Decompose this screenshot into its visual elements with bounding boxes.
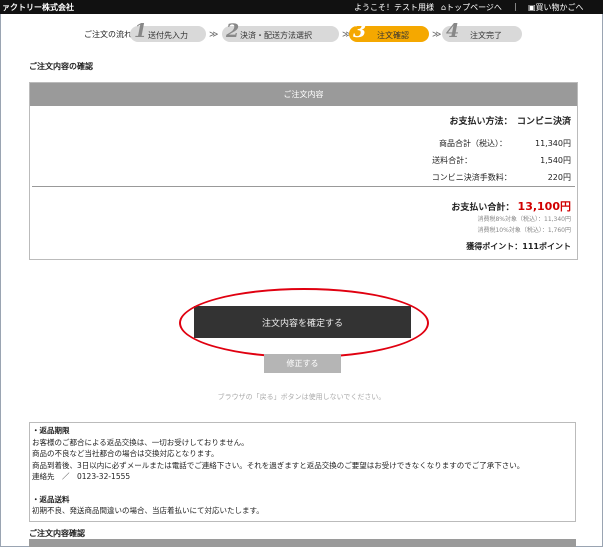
step-arrow: ≫ — [432, 30, 442, 40]
page-title: ご注文内容の確認 — [29, 62, 93, 71]
order-steps: ご注文の流れ： 1 送付先入力 ≫ 2 決済・配送方法選択 ≫ 3 注文確認 ≫… — [84, 20, 522, 42]
summary-header: ご注文内容 — [30, 83, 577, 106]
policy-line: お客様のご都合による返品交換は、一切お受けしておりません。 — [32, 437, 249, 447]
shipping-row: 送料合計： 1,540円 — [432, 156, 571, 165]
step-arrow: ≫ — [209, 30, 219, 40]
summary-divider — [32, 186, 575, 187]
step-label: 決済・配送方法選択 — [240, 31, 312, 40]
earned-points: 獲得ポイント：111ポイント — [466, 242, 571, 251]
top-page-link[interactable]: ⌂トップページへ — [441, 2, 502, 13]
company-name: ァクトリー株式会社 — [2, 3, 74, 12]
policy-contact: 連絡先 ／ 0123-32-1555 — [32, 472, 131, 481]
step-label: 注文完了 — [470, 31, 502, 40]
step-number: 2 — [226, 20, 240, 42]
confirm-order-button[interactable]: 注文内容を確定する — [194, 306, 411, 338]
return-period-title: ・返品期限 — [32, 426, 70, 435]
policy-line: 商品到着後、3日以内に必ずメールまたは電話でご連絡下さい。それを過ぎますと返品交… — [32, 460, 525, 470]
step-2: 2 決済・配送方法選択 — [222, 20, 339, 42]
step-number: 1 — [134, 20, 148, 42]
step-label: 注文確認 — [377, 31, 409, 40]
order-summary-panel: ご注文内容 お支払い方法： コンビニ決済 商品合計（税込）： 11,340円 送… — [29, 82, 578, 260]
bottom-section-title: ご注文内容確認 — [29, 529, 85, 538]
step-label: 送付先入力 — [148, 31, 188, 40]
payment-method: お支払い方法： コンビニ決済 — [449, 117, 571, 127]
total-row: お支払い合計： 13,100円 — [451, 198, 571, 214]
bottom-section-header — [29, 539, 576, 547]
welcome-text: ようこそ！テスト用様 — [354, 3, 434, 12]
continue-shopping-link[interactable]: ▣買い物かごへ — [528, 2, 584, 13]
top-bar: ァクトリー株式会社 ようこそ！テスト用様 ⌂トップページへ | ▣買い物かごへ — [0, 0, 603, 14]
tax-line-10: 消費税10%対象（税込）：1,760円 — [477, 227, 571, 234]
subtotal-row: 商品合計（税込）： 11,340円 — [439, 139, 571, 148]
header-separator: | — [514, 2, 517, 11]
step-number: 4 — [446, 20, 460, 42]
step-number: 3 — [353, 20, 367, 42]
total-label: お支払い合計： — [451, 203, 515, 213]
fee-row: コンビニ決済手数料： 220円 — [431, 173, 571, 182]
edit-order-button[interactable]: 修正する — [264, 354, 341, 373]
return-policy-box: ・返品期限 お客様のご都合による返品交換は、一切お受けしておりません。 商品の不… — [29, 422, 576, 522]
step-1: 1 送付先入力 — [130, 20, 206, 42]
total-amount: 13,100円 — [517, 200, 571, 213]
step-4: 4 注文完了 — [442, 20, 522, 42]
back-button-notice: ブラウザの「戻る」ボタンは使用しないでください。 — [217, 393, 386, 401]
step-3: 3 注文確認 — [349, 20, 429, 42]
policy-line: 商品の不良など当社都合の場合は交換対応となります。 — [32, 449, 219, 458]
policy-line: 初期不良、発送商品間違いの場合、当店着払いにて対応いたします。 — [32, 506, 264, 515]
return-shipping-title: ・返品送料 — [32, 494, 70, 504]
tax-line-8: 消費税8%対象（税込）：11,340円 — [477, 216, 571, 223]
